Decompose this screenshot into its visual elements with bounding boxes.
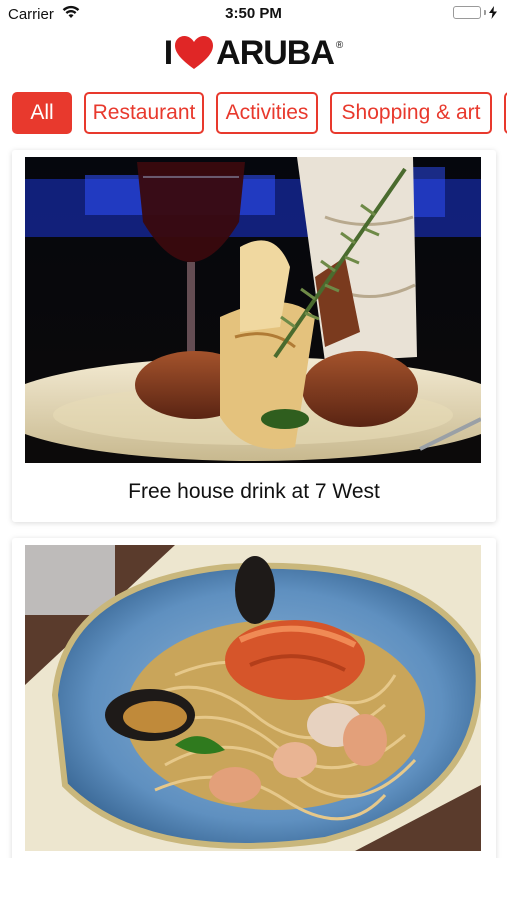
status-bar: Carrier 3:50 PM (0, 0, 507, 28)
logo-i: I (163, 33, 174, 72)
card-image-seafood-pasta (25, 545, 481, 851)
heart-icon (175, 36, 214, 69)
card-title: Free house drink at 7 West (128, 480, 380, 503)
tab-shopping-art[interactable]: Shopping & art (330, 92, 492, 134)
tab-activities[interactable]: Activities (216, 92, 318, 134)
offer-card[interactable]: Free house drink at 7 West (12, 150, 496, 522)
category-tabs: All Restaurant Activities Shopping & art (12, 92, 507, 136)
card-image-lamb (25, 157, 481, 463)
tab-all[interactable]: All (12, 92, 72, 134)
logo-registered-mark: ® (335, 40, 344, 51)
clock: 3:50 PM (225, 5, 282, 22)
bottom-fade (0, 858, 507, 900)
battery-icon (453, 6, 497, 19)
offer-card[interactable] (12, 538, 496, 868)
tab-restaurant[interactable]: Restaurant (84, 92, 204, 134)
logo-text: ARUBA (216, 33, 335, 72)
app-logo: I ARUBA ® (0, 32, 507, 74)
charging-icon (489, 6, 497, 19)
